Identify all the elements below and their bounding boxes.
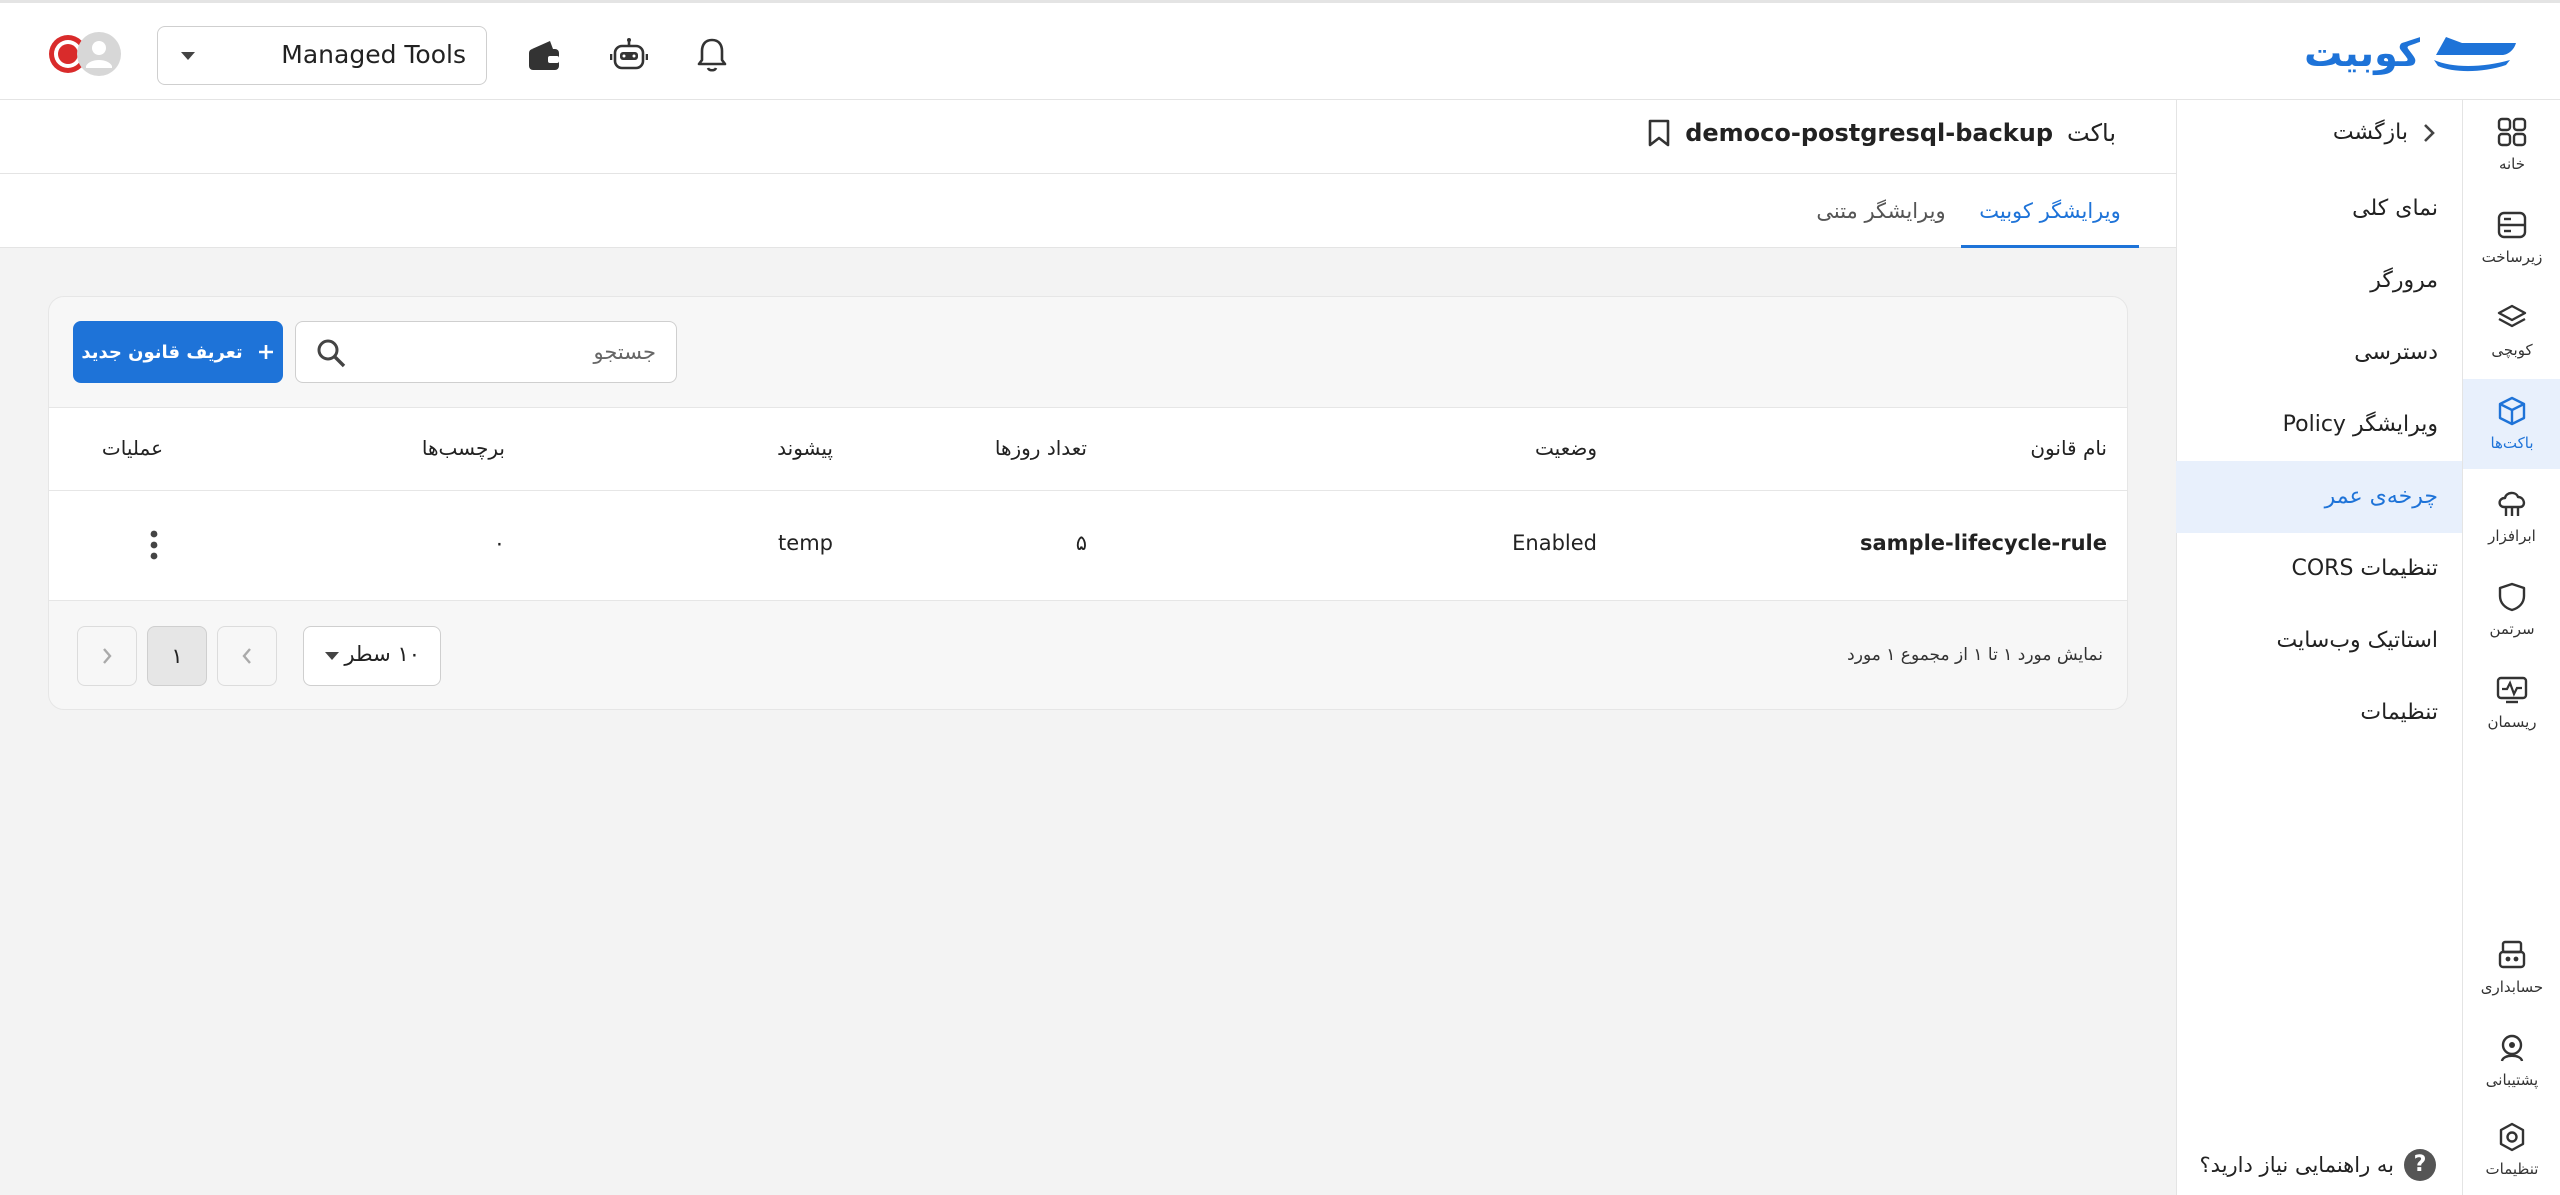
notification-bell-icon[interactable] bbox=[690, 33, 734, 77]
rail-item-kubchi[interactable]: کوبچی bbox=[2463, 286, 2560, 376]
logo[interactable]: کوبیت bbox=[2304, 31, 2518, 75]
rail-item-billing[interactable]: حسابداری bbox=[2463, 923, 2560, 1013]
page-title: باکت democo-postgresql-backup bbox=[1647, 118, 2116, 148]
rail-item-settings[interactable]: تنظیمات bbox=[2463, 1105, 2560, 1195]
rail-item-home[interactable]: خانه bbox=[2463, 100, 2560, 190]
robot-icon[interactable] bbox=[607, 33, 651, 77]
rail-item-label: حسابداری bbox=[2480, 978, 2544, 996]
plus-icon bbox=[258, 345, 273, 359]
back-link-label: بازگشت bbox=[2332, 120, 2408, 145]
subnav-item-static-website[interactable]: استاتیک وب‌سایت bbox=[2176, 605, 2462, 677]
rail-item-risman[interactable]: ریسمان bbox=[2463, 658, 2560, 748]
main-nav-rail: خانه زیرساخت کوبچی باکت‌ها ابرافزار سرتم… bbox=[2462, 100, 2560, 1195]
rail-item-infrastructure[interactable]: زیرساخت bbox=[2463, 193, 2560, 283]
subnav-item-settings[interactable]: تنظیمات bbox=[2176, 677, 2462, 749]
layers-icon bbox=[2497, 304, 2527, 328]
column-header-name: نام قانون bbox=[2030, 436, 2107, 460]
rule-prefix: temp bbox=[778, 531, 833, 555]
column-header-status: وضعیت bbox=[1535, 436, 1597, 460]
chevron-right-icon bbox=[103, 648, 112, 664]
tab-kubit-editor[interactable]: ویرایشگر کوبیت bbox=[1961, 174, 2139, 248]
search-box bbox=[295, 321, 677, 383]
subnav-item-browser[interactable]: مرورگر bbox=[2176, 245, 2462, 317]
column-header-tags: برچسب‌ها bbox=[421, 436, 505, 460]
rows-per-page-value: ۱۰ سطر bbox=[344, 642, 420, 666]
page-title-bar: باکت democo-postgresql-backup bbox=[0, 100, 2176, 174]
add-rule-button-label: تعریف قانون جدید bbox=[81, 341, 243, 363]
subnav-item-overview[interactable]: نمای کلی bbox=[2176, 173, 2462, 245]
more-actions-icon[interactable] bbox=[149, 529, 159, 561]
billing-icon bbox=[2498, 940, 2526, 969]
help-link[interactable]: ? به راهنمایی نیاز دارید؟ bbox=[2200, 1149, 2436, 1181]
server-icon bbox=[2497, 211, 2527, 239]
help-icon: ? bbox=[2404, 1149, 2436, 1181]
page-title-prefix: باکت bbox=[2067, 119, 2116, 147]
rail-item-label: سرتمن bbox=[2489, 620, 2535, 638]
caret-down-icon bbox=[325, 652, 339, 660]
rows-per-page-select[interactable]: ۱۰ سطر bbox=[303, 626, 441, 686]
rail-item-cloud-apps[interactable]: ابرافزار bbox=[2463, 472, 2560, 562]
lifecycle-rules-card: تعریف قانون جدید نام قانون وضعیت تعداد ر… bbox=[48, 296, 2128, 710]
rail-item-support[interactable]: پشتیبانی bbox=[2463, 1016, 2560, 1106]
column-header-actions: عملیات bbox=[101, 436, 163, 460]
table-header: نام قانون وضعیت تعداد روزها پیشوند برچسب… bbox=[49, 407, 2127, 491]
search-input[interactable] bbox=[356, 322, 656, 382]
next-page-button[interactable] bbox=[77, 626, 137, 686]
rail-item-label: کوبچی bbox=[2491, 341, 2533, 359]
grid-icon bbox=[2497, 117, 2527, 147]
boat-logo-icon bbox=[2434, 37, 2516, 72]
subnav-item-lifecycle[interactable]: چرخه‌ی عمر bbox=[2176, 461, 2462, 533]
subnav-item-cors-settings[interactable]: تنظیمات CORS bbox=[2176, 533, 2462, 605]
chevron-left-icon bbox=[242, 648, 251, 664]
chevron-right-icon bbox=[2424, 123, 2435, 142]
wallet-icon[interactable] bbox=[522, 33, 566, 77]
column-header-days: تعداد روزها bbox=[994, 436, 1087, 460]
table-row[interactable]: sample-lifecycle-rule Enabled ۵ temp ۰ bbox=[49, 491, 2127, 601]
search-icon[interactable] bbox=[316, 338, 346, 368]
caret-down-icon bbox=[181, 52, 195, 60]
rule-status: Enabled bbox=[1512, 531, 1597, 555]
rail-item-buckets[interactable]: باکت‌ها bbox=[2463, 379, 2560, 469]
page-button-current[interactable]: ۱ bbox=[147, 626, 207, 686]
settings-hex-icon bbox=[2499, 1122, 2525, 1152]
add-rule-button[interactable]: تعریف قانون جدید bbox=[73, 321, 283, 383]
monitor-icon bbox=[2496, 676, 2528, 704]
back-link[interactable]: بازگشت bbox=[2333, 120, 2436, 145]
rail-item-label: خانه bbox=[2498, 155, 2526, 173]
rule-name[interactable]: sample-lifecycle-rule bbox=[1860, 531, 2107, 555]
tab-text-editor[interactable]: ویرایشگر متنی bbox=[1807, 174, 1955, 248]
bucket-name: democo-postgresql-backup bbox=[1685, 119, 2054, 147]
editor-tabs: ویرایشگر کوبیت ویرایشگر متنی bbox=[0, 174, 2176, 248]
rail-item-sartaman[interactable]: سرتمن bbox=[2463, 565, 2560, 655]
rule-days: ۵ bbox=[1075, 531, 1087, 555]
subnav-item-policy-editor[interactable]: ویرایشگر Policy bbox=[2176, 389, 2462, 461]
help-link-label: به راهنمایی نیاز دارید؟ bbox=[2199, 1153, 2394, 1177]
rule-tags-count: ۰ bbox=[493, 531, 505, 555]
logo-text: کوبیت bbox=[2304, 31, 2420, 75]
bookmark-icon[interactable] bbox=[1647, 118, 1671, 148]
user-avatar-icon[interactable] bbox=[48, 30, 123, 78]
rail-item-label: پشتیبانی bbox=[2485, 1071, 2539, 1089]
rail-item-label: باکت‌ها bbox=[2490, 434, 2534, 452]
column-header-prefix: پیشوند bbox=[777, 436, 833, 460]
top-header: کوبیت Managed Tools bbox=[0, 0, 2560, 100]
workspace-select-value: Managed Tools bbox=[281, 40, 466, 69]
cloud-app-icon bbox=[2498, 491, 2526, 516]
bucket-sidebar: بازگشت نمای کلی مرورگر دسترسی ویرایشگر P… bbox=[2176, 100, 2462, 1195]
shield-icon bbox=[2498, 582, 2526, 612]
cube-icon bbox=[2498, 396, 2526, 426]
rail-item-label: زیرساخت bbox=[2481, 248, 2543, 266]
support-icon bbox=[2500, 1034, 2524, 1062]
rail-item-label: ریسمان bbox=[2487, 713, 2537, 731]
pagination-summary: نمایش مورد ۱ تا ۱ از مجموع ۱ مورد bbox=[1847, 645, 2103, 665]
workspace-select[interactable]: Managed Tools bbox=[157, 26, 487, 85]
rail-item-label: ابرافزار bbox=[2488, 527, 2536, 545]
rail-item-label: تنظیمات bbox=[2485, 1160, 2539, 1178]
subnav-item-access[interactable]: دسترسی bbox=[2176, 317, 2462, 389]
previous-page-button[interactable] bbox=[217, 626, 277, 686]
